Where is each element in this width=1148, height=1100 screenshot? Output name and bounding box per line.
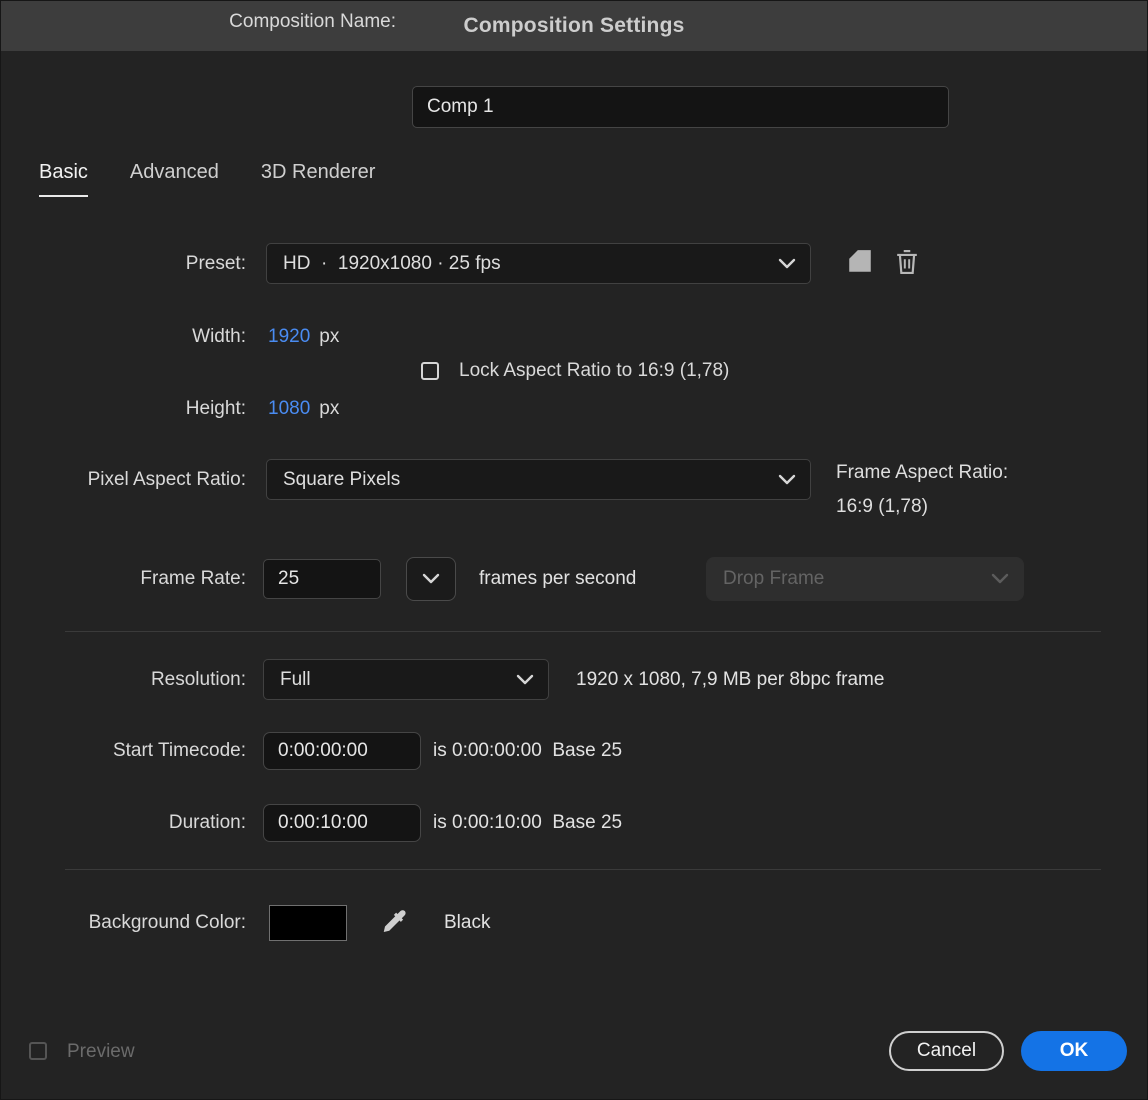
ok-button[interactable]: OK: [1021, 1031, 1127, 1071]
trash-icon: [895, 248, 919, 279]
preset-label: Preset:: [185, 253, 246, 274]
background-color-label: Background Color:: [88, 912, 246, 933]
resolution-dropdown[interactable]: Full: [263, 659, 549, 700]
drop-frame-value: Drop Frame: [723, 568, 825, 589]
pixel-aspect-ratio-label: Pixel Aspect Ratio:: [87, 469, 246, 490]
frame-rate-dropdown-button[interactable]: [406, 557, 456, 601]
resolution-value: Full: [280, 668, 311, 690]
background-color-name: Black: [444, 912, 491, 933]
section-divider: [65, 631, 1101, 632]
height-label: Height:: [185, 398, 246, 419]
start-timecode-label: Start Timecode:: [112, 740, 246, 761]
dialog-title: Composition Settings: [463, 14, 685, 37]
delete-preset-button[interactable]: [891, 246, 923, 280]
eyedropper-icon: [379, 907, 409, 940]
chevron-down-icon: [778, 253, 796, 275]
composition-settings-dialog: Composition Settings Composition Name: B…: [0, 0, 1148, 1100]
tab-advanced[interactable]: Advanced: [130, 161, 219, 197]
width-label: Width:: [192, 326, 246, 347]
chevron-down-icon: [516, 669, 534, 691]
width-unit: px: [319, 326, 340, 347]
frame-aspect-ratio-value: 16:9 (1,78): [836, 496, 928, 517]
save-preset-icon: [846, 249, 874, 278]
cancel-button[interactable]: Cancel: [889, 1031, 1004, 1071]
tab-3d-renderer[interactable]: 3D Renderer: [261, 161, 376, 197]
width-value[interactable]: 1920: [268, 326, 310, 348]
chevron-down-icon: [778, 469, 796, 491]
chevron-down-icon: [991, 568, 1009, 590]
background-color-swatch[interactable]: [269, 905, 347, 941]
preview-checkbox[interactable]: [29, 1042, 47, 1060]
resolution-label: Resolution:: [150, 669, 246, 690]
tab-bar: Basic Advanced 3D Renderer: [39, 161, 375, 197]
preset-value: HD · 1920x1080 · 25 fps: [283, 252, 501, 274]
drop-frame-dropdown: Drop Frame: [706, 557, 1024, 601]
save-preset-button[interactable]: [843, 248, 877, 278]
duration-input[interactable]: [263, 804, 421, 842]
composition-name-label: Composition Name:: [229, 11, 396, 32]
frame-rate-input[interactable]: [263, 559, 381, 599]
pixel-aspect-ratio-value: Square Pixels: [283, 468, 401, 490]
start-timecode-input[interactable]: [263, 732, 421, 770]
pixel-aspect-ratio-dropdown[interactable]: Square Pixels: [266, 459, 811, 500]
frame-rate-label: Frame Rate:: [140, 568, 246, 589]
height-unit: px: [319, 398, 340, 419]
preview-label: Preview: [67, 1041, 135, 1062]
section-divider: [65, 869, 1101, 870]
eyedropper-button[interactable]: [377, 907, 411, 939]
chevron-down-icon: [422, 568, 440, 590]
composition-name-input[interactable]: [412, 86, 949, 128]
preset-dropdown[interactable]: HD · 1920x1080 · 25 fps: [266, 243, 811, 284]
frame-aspect-ratio-label: Frame Aspect Ratio:: [836, 462, 1009, 483]
start-timecode-info: is 0:00:00:00 Base 25: [433, 740, 623, 761]
duration-label: Duration:: [168, 812, 246, 833]
frames-per-second-label: frames per second: [479, 568, 637, 589]
resolution-info: 1920 x 1080, 7,9 MB per 8bpc frame: [576, 669, 885, 690]
lock-aspect-checkbox[interactable]: [421, 362, 439, 380]
tab-basic[interactable]: Basic: [39, 161, 88, 197]
height-value[interactable]: 1080: [268, 398, 310, 420]
lock-aspect-label: Lock Aspect Ratio to 16:9 (1,78): [459, 360, 730, 381]
duration-info: is 0:00:10:00 Base 25: [433, 812, 623, 833]
